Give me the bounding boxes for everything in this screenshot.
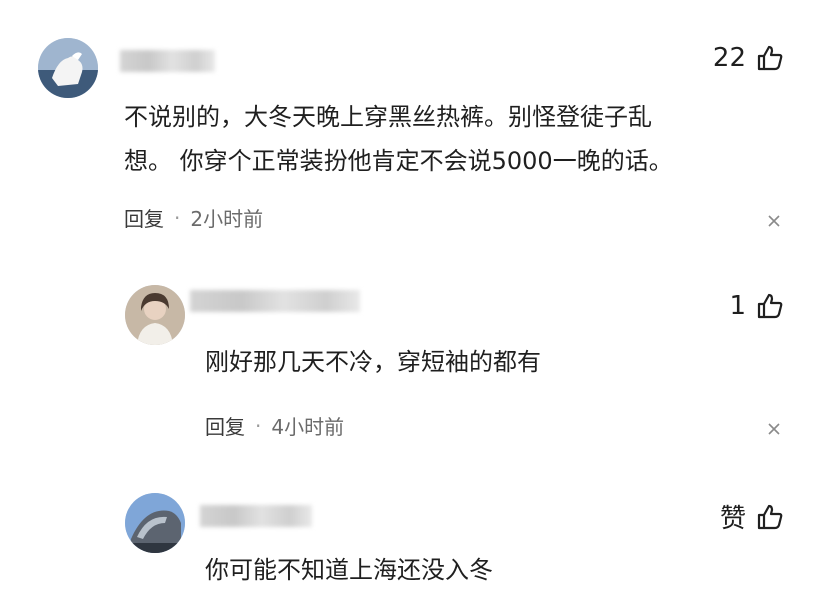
separator: · (255, 413, 262, 438)
dismiss-button[interactable] (767, 421, 781, 435)
comment-text: 你可能不知道上海还没入冬 (205, 556, 493, 584)
avatar[interactable] (125, 493, 185, 553)
reply-item: 赞 你可能不知道上海还没入冬 (0, 460, 820, 606)
reply-button[interactable]: 回复 (205, 411, 245, 440)
close-icon (768, 423, 780, 435)
comment-item: 22 不说别的，大冬天晚上穿黑丝热裤。别怪登徒子乱 想。 你穿个正常装扮他肯定不… (0, 0, 820, 260)
username-redacted (120, 50, 215, 72)
thumbs-up-icon (757, 45, 783, 71)
reply-button[interactable]: 回复 (124, 203, 164, 232)
avatar[interactable] (38, 38, 98, 98)
like-button[interactable]: 1 (729, 291, 784, 321)
like-count: 22 (712, 43, 746, 73)
reply-item: 1 刚好那几天不冷，穿短袖的都有 回复 · 4小时前 (0, 260, 820, 460)
comment-text: 刚好那几天不冷，穿短袖的都有 (205, 348, 541, 376)
like-button[interactable]: 22 (713, 43, 784, 73)
comment-meta: 回复 · 4小时前 (205, 411, 344, 440)
comment-meta: 回复 · 2小时前 (124, 203, 263, 232)
username-redacted (190, 290, 360, 312)
like-button[interactable]: 赞 (720, 498, 784, 535)
thumbs-up-icon (757, 293, 783, 319)
comment-text: 不说别的，大冬天晚上穿黑丝热裤。别怪登徒子乱 想。 你穿个正常装扮他肯定不会说5… (124, 103, 673, 175)
timestamp: 4小时前 (271, 415, 345, 439)
close-icon (768, 215, 780, 227)
separator: · (174, 205, 181, 230)
username-redacted (200, 505, 312, 527)
timestamp: 2小时前 (190, 207, 264, 231)
avatar[interactable] (125, 285, 185, 345)
dismiss-button[interactable] (767, 213, 781, 227)
like-count: 1 (729, 291, 746, 321)
like-label: 赞 (719, 504, 746, 534)
thumbs-up-icon (757, 504, 783, 529)
